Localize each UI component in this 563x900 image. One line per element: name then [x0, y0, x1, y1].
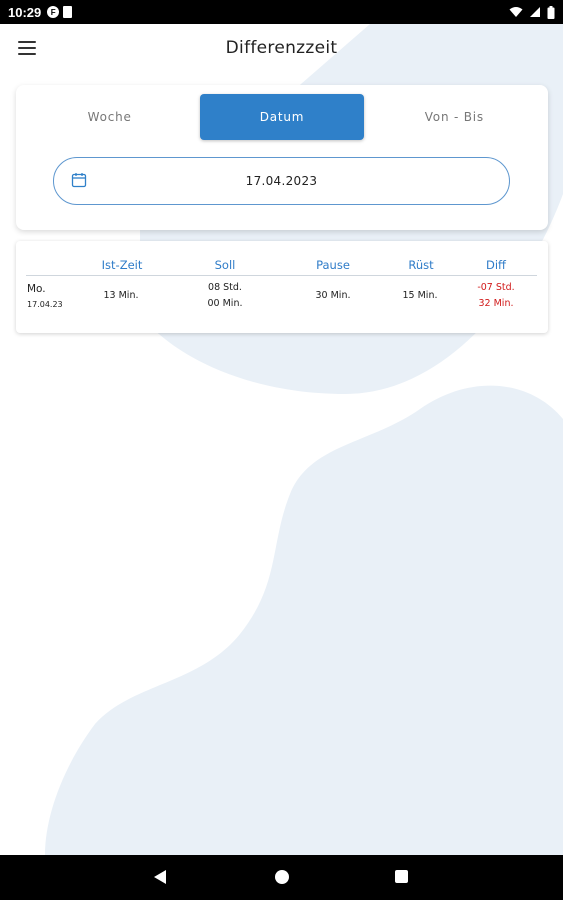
tab-datum[interactable]: Datum — [200, 94, 364, 140]
date-value: 17.04.2023 — [245, 174, 318, 188]
filter-card: Woche Datum Von - Bis 17.04.2023 — [16, 85, 548, 230]
page-title: Differenzzeit — [225, 38, 338, 58]
row-day-cell: Mo. 17.04.23 — [27, 281, 63, 313]
cell-diff-minutes: 32 Min. — [478, 298, 514, 309]
cell-ruest: 15 Min. — [402, 290, 438, 301]
cell-ist-zeit: 13 Min. — [103, 290, 139, 301]
diff-table: Ist-Zeit Soll Pause Rüst Diff Mo. 17.04.… — [16, 241, 548, 333]
home-icon[interactable] — [275, 870, 289, 884]
header-diff: Diff — [486, 258, 506, 272]
cell-diff-hours: -07 Std. — [477, 282, 515, 293]
battery-icon — [547, 5, 555, 19]
cell-soll-hours: 08 Std. — [208, 282, 242, 293]
row-date: 17.04.23 — [27, 300, 63, 309]
f-badge-icon: F — [47, 6, 60, 18]
cell-soll-minutes: 00 Min. — [207, 298, 243, 309]
wifi-icon — [509, 7, 523, 17]
header-pause: Pause — [316, 258, 350, 272]
recents-icon[interactable] — [395, 870, 408, 883]
app-bar: Differenzzeit — [0, 24, 563, 76]
date-input[interactable]: 17.04.2023 — [53, 157, 510, 205]
table-header: Ist-Zeit Soll Pause Rüst Diff — [26, 241, 537, 276]
tab-von-bis[interactable]: Von - Bis — [373, 94, 536, 140]
cell-diff: -07 Std. 32 Min. — [477, 280, 514, 312]
cellular-icon — [530, 7, 540, 17]
app-screen: Differenzzeit Woche Datum Von - Bis 17.0… — [0, 24, 563, 855]
cell-pause: 30 Min. — [315, 290, 351, 301]
header-ruest: Rüst — [408, 258, 434, 272]
cell-soll: 08 Std. 00 Min. — [208, 280, 243, 312]
back-icon[interactable] — [154, 870, 166, 884]
sim-card-icon — [63, 6, 73, 18]
mode-tabs: Woche Datum Von - Bis — [28, 94, 536, 140]
status-time: 10:29 — [8, 4, 42, 20]
tab-woche[interactable]: Woche — [28, 94, 191, 140]
calendar-icon[interactable] — [71, 172, 87, 188]
status-bar: 10:29 F — [0, 0, 563, 24]
background-blob-bottom — [45, 385, 563, 855]
row-weekday: Mo. — [27, 283, 46, 295]
header-ist-zeit: Ist-Zeit — [101, 258, 143, 272]
header-soll: Soll — [214, 258, 236, 272]
system-nav-bar — [0, 855, 563, 900]
